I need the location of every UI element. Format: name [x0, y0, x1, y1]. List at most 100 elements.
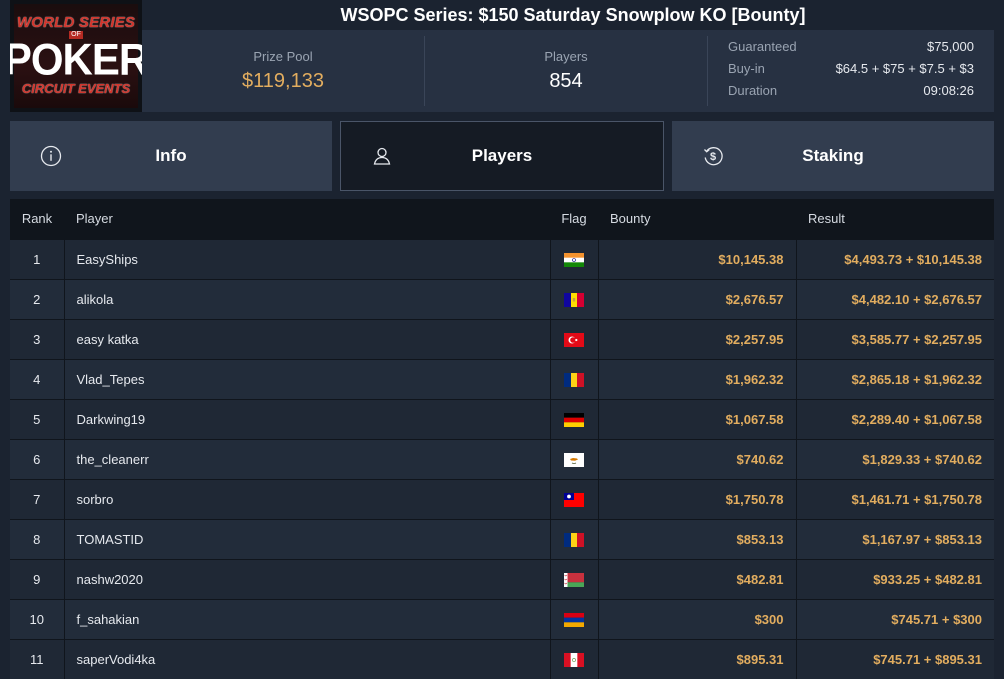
turkey-flag-icon — [564, 332, 584, 347]
row-result: $1,167.97 + $853.13 — [795, 519, 994, 559]
row-rank: 10 — [29, 611, 44, 627]
row-bounty: $895.31 — [597, 639, 796, 679]
row-player-name: Vlad_Tepes — [63, 359, 550, 399]
wsop-circuit-logo: WORLD SERIES OF POKER CIRCUIT EVENTS — [10, 0, 142, 112]
table-row[interactable]: 3 easy katka $2,257.95 $3,585.77 + $2,257.9… — [10, 319, 994, 359]
taiwan-flag-icon — [564, 492, 584, 507]
row-bounty: $1,067.58 — [597, 399, 796, 439]
armenia-flag-icon — [564, 612, 584, 627]
row-player-name: easy katka — [63, 319, 550, 359]
row-player-name: Darkwing19 — [63, 399, 550, 439]
row-result: $4,482.10 + $2,676.57 — [795, 279, 994, 319]
tab-info[interactable]: Info — [10, 121, 332, 191]
prize-pool-label: Prize Pool — [253, 49, 313, 64]
prize-pool-value: $119,133 — [242, 70, 324, 92]
table-row[interactable]: 8 TOMASTID $853.13 $1,167.97 + $853.13 — [10, 519, 994, 559]
page-title: WSOPC Series: $150 Saturday Snowplow KO … — [340, 4, 806, 25]
tournament-details: Guaranteed $75,000 Buy-in $64.5 + $75 + … — [708, 30, 994, 112]
logo-text-top: WORLD SERIES — [16, 14, 136, 31]
tab-info-label: Info — [155, 146, 187, 165]
row-flag-cell — [549, 319, 598, 359]
table-header-row: Rank Player Flag Bounty Result — [10, 199, 994, 239]
row-rank: 2 — [33, 291, 41, 307]
players-table-container[interactable]: Rank Player Flag Bounty Result 1 EasyShip… — [10, 199, 994, 679]
tab-staking[interactable]: $ Staking — [672, 121, 994, 191]
row-bounty: $1,750.78 — [597, 479, 796, 519]
row-result: $933.25 + $482.81 — [795, 559, 994, 599]
germany-flag-icon — [564, 412, 584, 427]
row-flag-cell — [549, 519, 598, 559]
tab-staking-label: Staking — [802, 146, 864, 165]
row-result: $1,829.33 + $740.62 — [795, 439, 994, 479]
row-player-name: EasyShips — [63, 239, 550, 279]
row-player-name: TOMASTID — [63, 519, 550, 559]
row-player-name: the_cleanerr — [63, 439, 550, 479]
row-rank: 7 — [33, 491, 41, 507]
row-result: $1,461.71 + $1,750.78 — [795, 479, 994, 519]
row-rank: 9 — [33, 571, 41, 587]
peru-flag-icon — [564, 653, 584, 668]
belarus-flag-icon — [564, 572, 584, 587]
players-stat: Players 854 — [425, 36, 708, 106]
table-row[interactable]: 9 nashw2020 $482.81 $933.25 + $482.81 — [10, 559, 994, 599]
row-result: $2,865.18 + $1,962.32 — [795, 359, 994, 399]
andorra-flag-icon — [564, 292, 584, 307]
header-result[interactable]: Result — [796, 199, 994, 239]
table-row[interactable]: 7 sorbro $1,750.78 $1,461.71 + $1,750.78 — [10, 479, 994, 519]
row-player-name: alikola — [63, 279, 550, 319]
players-table: Rank Player Flag Bounty Result 1 EasyShip… — [10, 199, 994, 679]
players-count-label: Players — [544, 49, 588, 64]
players-count-value: 854 — [549, 70, 583, 92]
table-row[interactable]: 11 saperVodi4ka $895.31 $745.71 + $895.31 — [10, 639, 994, 679]
guaranteed-label: Guaranteed — [728, 39, 797, 54]
row-player-name: f_sahakian — [63, 599, 550, 639]
table-row[interactable]: 4 Vlad_Tepes $1,962.32 $2,865.18 + $1,962.3… — [10, 359, 994, 399]
logo-text-main: POKER — [10, 34, 142, 85]
header-player[interactable]: Player — [64, 199, 550, 239]
row-flag-cell — [549, 639, 598, 679]
row-bounty: $740.62 — [597, 439, 796, 479]
row-result: $3,585.77 + $2,257.95 — [795, 319, 994, 359]
india-flag-icon — [564, 252, 584, 267]
tab-players[interactable]: Players — [340, 121, 664, 191]
tab-players-label: Players — [471, 146, 533, 165]
header-flag[interactable]: Flag — [550, 199, 598, 239]
row-result: $745.71 + $895.31 — [795, 639, 994, 679]
row-bounty: $1,962.32 — [597, 359, 796, 399]
row-bounty: $482.81 — [597, 559, 796, 599]
duration-value: 09:08:26 — [923, 83, 974, 98]
row-bounty: $2,257.95 — [597, 319, 796, 359]
row-result: $745.71 + $300 — [795, 599, 994, 639]
row-flag-cell — [549, 399, 598, 439]
row-rank: 1 — [33, 251, 41, 267]
row-result: $2,289.40 + $1,067.58 — [795, 399, 994, 439]
table-row[interactable]: 1 EasyShips $10,145.38 $4,493.73 + $10,145.… — [10, 239, 994, 279]
duration-row: Duration 09:08:26 — [728, 80, 974, 102]
row-player-name: nashw2020 — [63, 559, 550, 599]
row-rank: 6 — [33, 451, 41, 467]
tab-bar: Info Players $ Staking — [10, 121, 994, 191]
row-bounty: $300 — [597, 599, 796, 639]
user-icon — [373, 147, 391, 165]
cyprus-flag-icon — [564, 452, 584, 467]
header-rank[interactable]: Rank — [10, 199, 64, 239]
row-flag-cell — [549, 239, 598, 279]
row-player-name: saperVodi4ka — [63, 639, 550, 679]
table-row[interactable]: 6 the_cleanerr $740.62 $1,829.33 + $740.62 — [10, 439, 994, 479]
players-table-body: 1 EasyShips $10,145.38 $4,493.73 + $10,145.… — [10, 239, 994, 679]
row-flag-cell — [549, 359, 598, 399]
romania-flag-icon — [564, 532, 584, 547]
table-row[interactable]: 2 alikola $2,676.57 $4,482.10 + $2,676.57 — [10, 279, 994, 319]
buyin-row: Buy-in $64.5 + $75 + $7.5 + $3 — [728, 58, 974, 80]
header-bounty[interactable]: Bounty — [598, 199, 796, 239]
row-result: $4,493.73 + $10,145.38 — [795, 239, 994, 279]
row-bounty: $2,676.57 — [597, 279, 796, 319]
row-flag-cell — [549, 599, 598, 639]
row-rank: 4 — [33, 371, 41, 387]
row-rank: 5 — [33, 411, 41, 427]
table-row[interactable]: 5 Darkwing19 $1,067.58 $2,289.40 + $1,067.5… — [10, 399, 994, 439]
table-row[interactable]: 10 f_sahakian $300 $745.71 + $300 — [10, 599, 994, 639]
row-rank: 3 — [33, 331, 41, 347]
row-flag-cell — [549, 439, 598, 479]
row-rank: 8 — [33, 531, 41, 547]
